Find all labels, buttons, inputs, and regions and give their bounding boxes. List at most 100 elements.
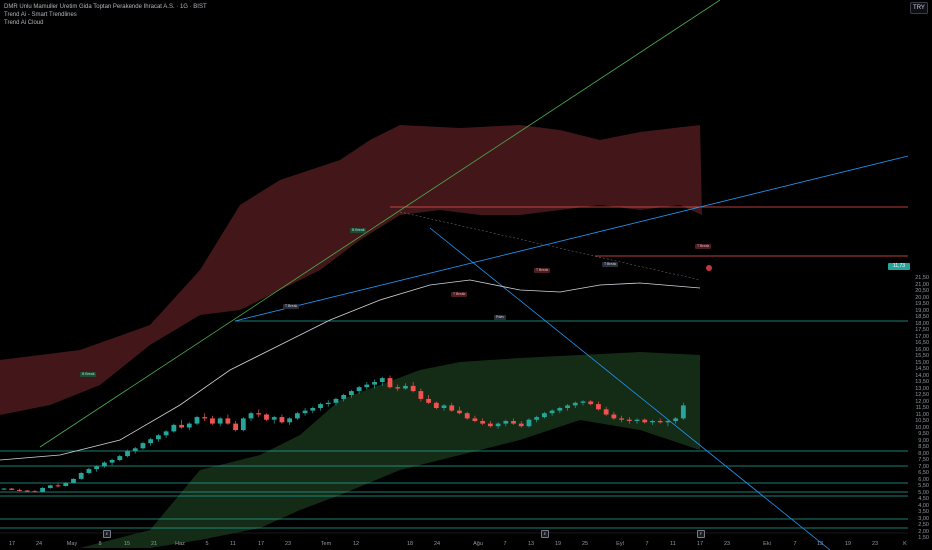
price-tick-label: 15,50 [915, 353, 929, 359]
price-tick-label: 6,00 [918, 476, 929, 483]
indicator-cloud[interactable]: Trend Ai Cloud [4, 19, 207, 27]
time-tick-label: 24 [35, 541, 43, 547]
candle-body [557, 408, 563, 411]
candle-body [572, 402, 578, 406]
price-tick-label: 7,00 [918, 463, 929, 470]
price-tick-label: 4,50 [918, 496, 929, 502]
price-tick-label: 18,50 [915, 314, 929, 320]
candle-body [210, 418, 215, 424]
signal-label: T Break [283, 304, 300, 309]
candle-body [333, 398, 339, 403]
price-tick-label: 12,00 [915, 398, 929, 405]
candle-body [78, 473, 84, 479]
price-tick-label: 4,00 [918, 502, 929, 509]
alert-dot-icon[interactable] [706, 265, 712, 271]
price-tick-label: 11,00 [915, 411, 929, 418]
time-tick-label: 7 [793, 541, 797, 547]
signal-label: T Break [534, 268, 551, 273]
price-tick-label: 5,50 [918, 483, 929, 489]
candle-body [47, 485, 53, 488]
price-tick-label: 19,00 [915, 307, 929, 314]
time-tick-label: 13 [527, 541, 535, 547]
price-tick-label: 17,50 [915, 327, 929, 333]
price-tick-label: 16,00 [915, 346, 929, 353]
candle-body [665, 421, 671, 423]
time-tick-label: 12 [352, 541, 360, 547]
candle-body [32, 491, 38, 493]
candle-body [495, 423, 501, 427]
candle-body [271, 417, 277, 420]
time-tick-label: 23 [723, 541, 731, 547]
candle-body [626, 419, 632, 421]
candle-body [356, 387, 362, 392]
candle-body [17, 489, 22, 491]
time-tick-label: Eki [763, 541, 771, 547]
time-tick-label: Eyl [616, 541, 624, 547]
candle-body [156, 435, 161, 440]
event-marker[interactable]: F [697, 530, 705, 538]
candle-body [132, 448, 138, 451]
candle-body [341, 395, 347, 399]
candle-body [503, 421, 509, 424]
candle-body [457, 410, 462, 414]
candle-body [264, 414, 269, 420]
price-tick-label: 7,50 [918, 457, 929, 463]
candle-body [487, 423, 493, 427]
candle-body [71, 478, 76, 483]
price-tick-label: 8,50 [918, 444, 929, 450]
candle-body [603, 409, 609, 415]
time-tick-label: 19 [554, 541, 562, 547]
candle-body [580, 401, 586, 403]
candle-body [194, 417, 200, 424]
candle-body [233, 423, 238, 431]
time-tick-label: 25 [581, 541, 589, 547]
candle-body [403, 385, 408, 389]
candle-body [225, 418, 231, 424]
candle-body [542, 413, 547, 418]
time-tick-label: 15 [123, 541, 131, 547]
time-tick-label: 19 [844, 541, 852, 547]
candle-body [24, 490, 30, 492]
price-tick-label: 5,00 [918, 489, 929, 496]
candle-body [256, 413, 262, 415]
price-tick-label: 21,50 [915, 275, 929, 281]
price-tick-label: 19,50 [915, 301, 929, 307]
candle-body [1, 488, 7, 490]
signal-label: T Break [695, 244, 712, 249]
last-price-tag: 11,73 [888, 263, 910, 270]
event-marker[interactable]: E [103, 530, 111, 538]
time-tick-label: 23 [284, 541, 292, 547]
indicator-smart-trendlines[interactable]: Trend Ai - Smart Trendlines [4, 11, 207, 19]
price-tick-label: 20,00 [915, 294, 929, 301]
event-marker[interactable]: E [541, 530, 549, 538]
candle-body [464, 413, 470, 419]
candle-body [349, 391, 354, 395]
candle-body [634, 419, 640, 421]
time-tick-label: K [903, 541, 907, 547]
price-axis[interactable]: 21,50 21,00 20,50 20,00 19,50 19,00 18,50 18,00… [908, 0, 932, 550]
time-axis[interactable]: 17 24 May 8 15 21 Haz 5 11 17 23 Tem 12 18 24 Ağu 7 13 19 2… [0, 541, 932, 550]
symbol-title[interactable]: DMR Unlu Mamuller Uretim Gida Toptan Per… [4, 3, 207, 11]
candle-body [63, 482, 69, 486]
price-tick-label: 8,00 [918, 450, 929, 457]
candle-body [364, 384, 370, 388]
candle-body [240, 418, 246, 431]
candle-body [472, 418, 478, 421]
candle-body [410, 385, 416, 392]
candle-body [302, 410, 308, 414]
candle-body [109, 460, 115, 463]
time-tick-label: 7 [503, 541, 507, 547]
candle-body [441, 405, 447, 408]
price-tick-label: 13,00 [915, 385, 929, 392]
price-chart[interactable] [0, 0, 932, 550]
signal-label: Pdev [494, 315, 506, 320]
price-tick-label: 16,50 [915, 340, 929, 346]
candle-body [619, 418, 624, 420]
candle-body [565, 405, 570, 408]
candle-body [379, 378, 385, 382]
candle-body [9, 488, 15, 490]
time-tick-label: 17 [696, 541, 704, 547]
candle-body [680, 405, 686, 419]
candle-body [596, 404, 601, 410]
price-tick-label: 13,50 [915, 379, 929, 385]
